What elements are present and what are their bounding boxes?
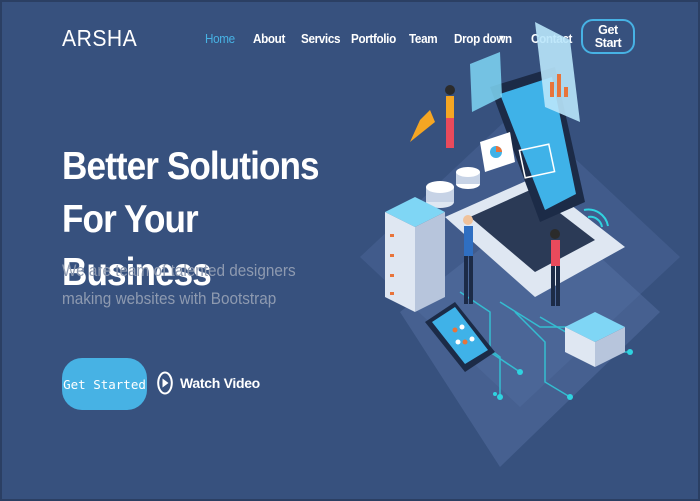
nav-item-home[interactable]: Home <box>205 31 235 46</box>
play-circle-icon[interactable] <box>157 371 173 395</box>
paper-plane-icon <box>410 110 435 142</box>
hero-illustration <box>360 22 680 467</box>
person-right <box>550 229 560 306</box>
watch-video-label[interactable]: Watch Video <box>180 375 260 391</box>
watch-video-link[interactable]: Watch Video <box>157 371 260 395</box>
person-with-laptop <box>463 215 473 304</box>
nav-item-about[interactable]: About <box>253 31 285 46</box>
get-started-button[interactable]: Get Started <box>62 358 147 410</box>
hero-subtitle: We are team of talented designers making… <box>62 261 296 308</box>
person-standing-top <box>445 85 455 148</box>
nav-item-services[interactable]: Servics <box>301 31 340 46</box>
server-rack-left <box>385 197 445 312</box>
